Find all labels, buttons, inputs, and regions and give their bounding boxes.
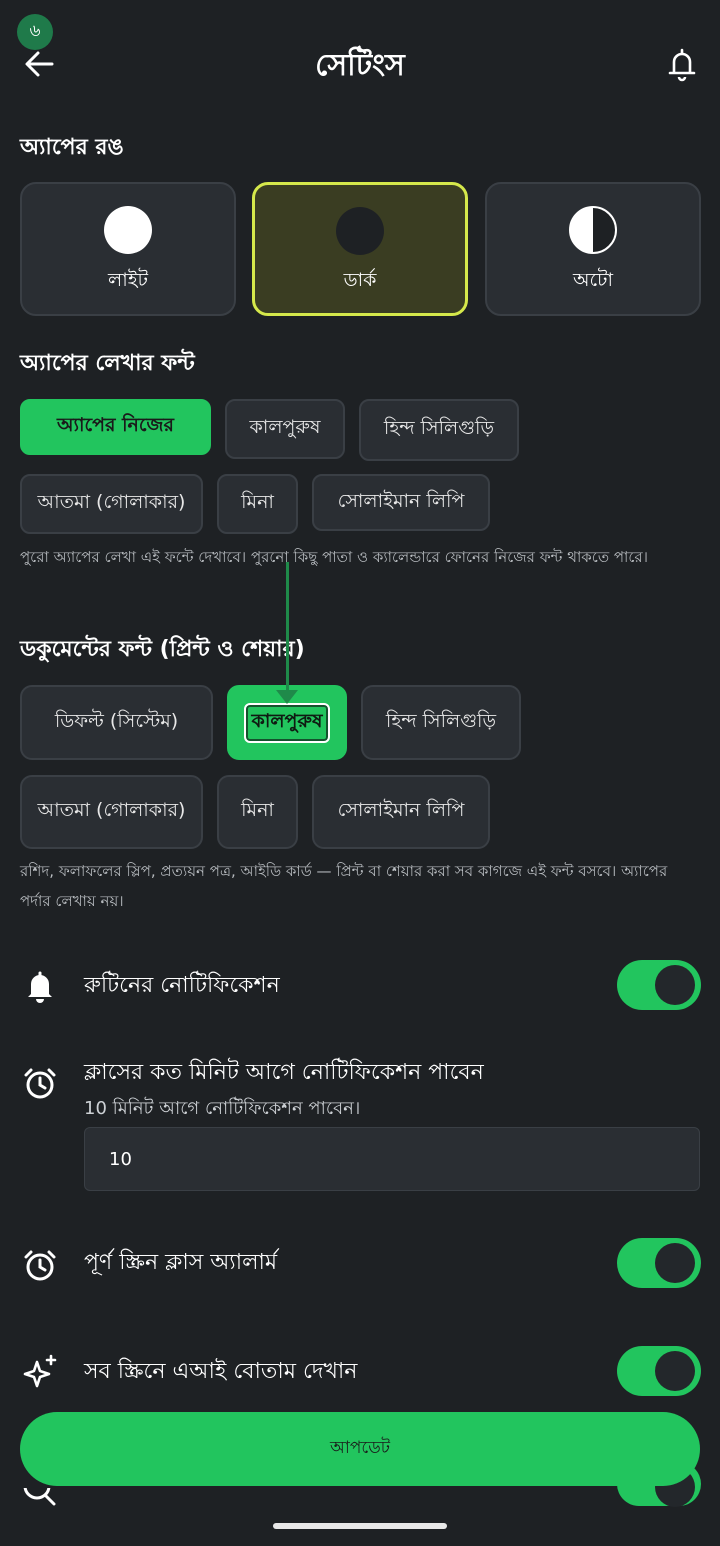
doc-font-option-default[interactable]: ডিফল্ট (সিস্টেম) bbox=[20, 685, 213, 760]
app-font-help-text: পুরো অ্যাপের লেখা এই ফন্টে দেখাবে। পুরনো… bbox=[20, 548, 649, 566]
auto-theme-half-circle-icon bbox=[569, 206, 617, 254]
update-button[interactable]: আপডেট bbox=[20, 1412, 700, 1486]
toggle-knob bbox=[655, 1243, 695, 1283]
search-icon bbox=[20, 1488, 60, 1506]
light-theme-circle-icon bbox=[104, 206, 152, 254]
toggle-knob bbox=[655, 1351, 695, 1391]
doc-font-option-atma[interactable]: আতমা (গোলাকার) bbox=[20, 775, 203, 849]
theme-option-label: ডার্ক bbox=[343, 269, 377, 291]
alarm-clock-icon bbox=[20, 1246, 60, 1286]
doc-font-option-hind-siliguri[interactable]: হিন্দ সিলিগুড়ি bbox=[361, 685, 521, 760]
theme-option-auto[interactable]: অটো bbox=[485, 182, 701, 316]
routine-notification-toggle[interactable] bbox=[617, 960, 701, 1010]
doc-font-option-label: কালপুরুষ bbox=[243, 702, 331, 743]
bell-filled-icon bbox=[20, 966, 60, 1006]
app-font-option-atma[interactable]: আতমা (গোলাকার) bbox=[20, 474, 203, 534]
app-font-option-solaimanlipi[interactable]: সোলাইমান লিপি bbox=[312, 474, 490, 531]
doc-font-help-text: রশিদ, ফলাফলের স্লিপ, প্রত্যয়ন পত্র, আইড… bbox=[20, 862, 668, 910]
app-font-option-hind-siliguri[interactable]: হিন্দ সিলিগুড়ি bbox=[359, 399, 519, 461]
doc-font-option-solaimanlipi[interactable]: সোলাইমান লিপি bbox=[312, 775, 490, 849]
fullscreen-alarm-label: পূর্ণ স্ক্রিন ক্লাস অ্যালার্ম bbox=[84, 1250, 278, 1275]
doc-font-section-title: ডকুমেন্টের ফন্ট (প্রিন্ট ও শেয়ার) bbox=[20, 637, 305, 662]
notification-button[interactable] bbox=[662, 44, 702, 84]
ai-button-label: সব স্ক্রিনে এআই বোতাম দেখান bbox=[84, 1359, 358, 1384]
doc-font-option-mina[interactable]: মিনা bbox=[217, 775, 298, 849]
notify-before-label: ক্লাসের কত মিনিট আগে নোটিফিকেশন পাবেন bbox=[84, 1060, 484, 1085]
theme-option-label: লাইট bbox=[108, 269, 148, 291]
theme-option-label: অটো bbox=[573, 269, 613, 291]
theme-section-title: অ্যাপের রঙ bbox=[20, 135, 124, 160]
toggle-knob bbox=[655, 965, 695, 1005]
annotation-arrow-head bbox=[276, 690, 298, 704]
bell-icon bbox=[668, 48, 696, 82]
theme-option-dark[interactable]: ডার্ক bbox=[252, 182, 468, 316]
fullscreen-alarm-toggle[interactable] bbox=[617, 1238, 701, 1288]
app-font-option-mina[interactable]: মিনা bbox=[217, 474, 298, 534]
dark-theme-circle-icon bbox=[336, 207, 384, 255]
theme-option-light[interactable]: লাইট bbox=[20, 182, 236, 316]
home-indicator bbox=[273, 1523, 447, 1529]
page-title: সেটিংস bbox=[315, 48, 405, 83]
notify-minutes-input[interactable] bbox=[84, 1127, 700, 1191]
app-font-option-native[interactable]: অ্যাপের নিজের bbox=[20, 399, 211, 455]
ai-button-toggle[interactable] bbox=[617, 1346, 701, 1396]
routine-notification-label: রুটিনের নোটিফিকেশন bbox=[84, 973, 280, 998]
annotation-arrow-line bbox=[286, 562, 289, 696]
app-font-option-kalpurush[interactable]: কালপুরুষ bbox=[225, 399, 345, 459]
alarm-clock-icon bbox=[20, 1064, 60, 1104]
sparkle-icon bbox=[20, 1352, 60, 1392]
app-font-section-title: অ্যাপের লেখার ফন্ট bbox=[20, 351, 195, 376]
notify-before-sub-label: 10 মিনিট আগে নোটিফিকেশন পাবেন। bbox=[84, 1098, 361, 1119]
